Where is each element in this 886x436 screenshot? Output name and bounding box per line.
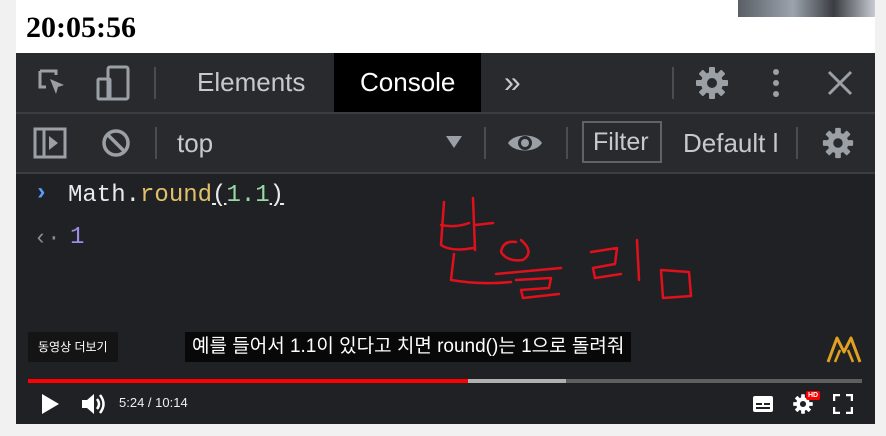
tab-elements[interactable]: Elements [197,53,305,112]
channel-logo-icon[interactable] [826,334,862,369]
console-settings-gear-icon[interactable] [821,126,855,160]
separator [672,67,674,99]
input-object: Math. [68,182,141,209]
console-toolbar: top Filter Default l [16,114,875,174]
separator [796,127,798,159]
more-tabs-button[interactable]: » [504,53,521,112]
time-display: 5:24 / 10:14 [119,395,188,410]
show-sidebar-icon[interactable] [33,127,67,159]
hd-badge: HD [806,391,821,400]
input-argument: 1.1 [226,182,270,209]
volume-icon[interactable] [80,392,106,416]
input-prompt-icon: › [34,180,49,207]
settings-gear-icon[interactable] [694,65,730,101]
clock-text: 20:05:56 [26,11,136,44]
corner-thumbnail [738,0,875,17]
more-videos-button[interactable]: 동영상 더보기 [28,332,118,362]
inspect-element-icon[interactable] [36,67,68,99]
console-input-line: Math.round(1.1) [68,182,284,209]
played-bar [28,379,469,383]
progress-bar[interactable] [28,379,862,383]
kebab-menu-icon[interactable] [766,67,786,99]
tab-console[interactable]: Console [334,53,482,112]
separator [484,127,486,159]
input-paren-open: ( [212,182,227,209]
dropdown-arrow-icon[interactable] [445,134,463,150]
play-icon[interactable] [40,393,60,415]
clear-console-icon[interactable] [100,127,132,159]
handwritten-annotation [439,196,693,300]
separator [154,67,156,99]
device-toolbar-icon[interactable] [96,65,130,101]
separator [566,127,568,159]
return-arrow-icon: ‹· [34,226,61,251]
page: 20:05:56 Elements Console » top Filter D… [0,0,886,436]
close-icon[interactable] [824,67,856,99]
video-player[interactable]: 20:05:56 Elements Console » top Filter D… [16,0,875,424]
fullscreen-icon[interactable] [833,394,853,414]
player-controls: 5:24 / 10:14 HD [16,385,875,424]
input-paren-close: ) [269,182,285,209]
log-levels-dropdown[interactable]: Default l [683,114,778,172]
clock-bar: 20:05:56 [16,0,875,53]
live-expression-eye-icon[interactable] [506,129,544,157]
subtitle-caption: 예를 들어서 1.1이 있다고 치면 round()는 1으로 돌려줘 [185,332,632,362]
subtitles-icon[interactable] [752,394,774,414]
context-selector[interactable]: top [177,114,213,172]
console-result: 1 [70,224,85,251]
input-function: round [140,182,213,209]
separator [155,127,157,159]
devtools-tab-bar: Elements Console » [16,53,875,114]
filter-input[interactable]: Filter [582,121,662,163]
